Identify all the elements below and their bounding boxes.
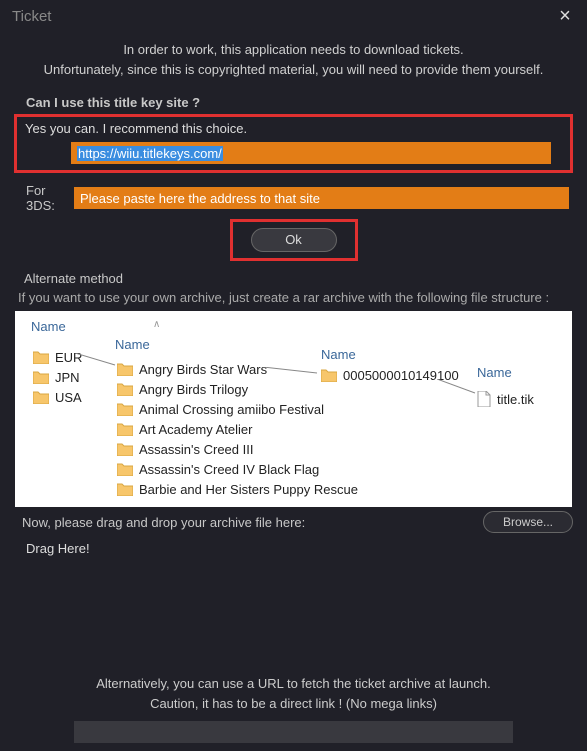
game-label: Angry Birds Trilogy [139, 382, 248, 397]
ok-highlight-box: Ok [230, 219, 358, 261]
region-item[interactable]: JPN [33, 367, 82, 387]
titlekey-highlight-box: Yes you can. I recommend this choice. ht… [14, 114, 573, 173]
alternate-desc: If you want to use your own archive, jus… [18, 290, 573, 305]
ticket-file-item[interactable]: title.tik [477, 389, 534, 409]
folder-icon [321, 368, 337, 382]
col-header-regions: Name [31, 319, 66, 334]
drag-drop-label: Now, please drag and drop your archive f… [14, 515, 483, 530]
for-3ds-input[interactable]: Please paste here the address to that si… [74, 187, 569, 209]
game-label: Assassin's Creed III [139, 442, 253, 457]
titlebar: Ticket × [0, 0, 587, 32]
intro-text: In order to work, this application needs… [14, 40, 573, 79]
for-3ds-label: For 3DS: [14, 183, 74, 213]
wiiu-url-text: https://wiiu.titlekeys.com/ [77, 146, 223, 161]
game-label: Art Academy Atelier [139, 422, 252, 437]
folder-icon [33, 390, 49, 404]
window-title: Ticket [12, 8, 51, 25]
ticket-file-list: title.tik [477, 389, 534, 409]
game-item[interactable]: Assassin's Creed III [117, 439, 358, 459]
folder-icon [117, 422, 133, 436]
spacer [14, 556, 573, 656]
intro-line2: Unfortunately, since this is copyrighted… [14, 60, 573, 80]
folder-icon [117, 362, 133, 376]
folder-icon [117, 482, 133, 496]
col-header-files: Name [477, 365, 512, 380]
for-3ds-placeholder: Please paste here the address to that si… [80, 191, 320, 206]
region-label: USA [55, 390, 82, 405]
file-structure-panel: Name ∧ Name Name Name EUR JPN USA Angry … [15, 311, 572, 507]
col-header-games: Name [115, 337, 150, 352]
connector-line [263, 367, 319, 377]
connector-line [437, 379, 479, 397]
wiiu-url-input[interactable]: https://wiiu.titlekeys.com/ [71, 142, 551, 164]
url-input[interactable] [74, 721, 513, 743]
drag-drop-row: Now, please drag and drop your archive f… [14, 511, 573, 533]
for-3ds-row: For 3DS: Please paste here the address t… [14, 183, 573, 213]
sort-indicator: ∧ [153, 319, 160, 330]
region-label: JPN [55, 370, 80, 385]
folder-icon [33, 370, 49, 384]
connector-line [75, 353, 119, 367]
game-item[interactable]: Assassin's Creed IV Black Flag [117, 459, 358, 479]
file-icon [477, 391, 491, 407]
game-label: Barbie and Her Sisters Puppy Rescue [139, 482, 358, 497]
game-item[interactable]: Barbie and Her Sisters Puppy Rescue [117, 479, 358, 499]
browse-button[interactable]: Browse... [483, 511, 573, 533]
url-note-line1: Alternatively, you can use a URL to fetc… [14, 674, 573, 694]
ok-button-wrap: Ok [14, 219, 573, 261]
ok-button[interactable]: Ok [251, 228, 337, 252]
url-fetch-note: Alternatively, you can use a URL to fetc… [14, 674, 573, 713]
intro-line1: In order to work, this application needs… [14, 40, 573, 60]
alternate-heading: Alternate method [24, 271, 573, 286]
folder-icon [117, 462, 133, 476]
folder-icon [117, 382, 133, 396]
content-area: In order to work, this application needs… [0, 32, 587, 751]
url-note-line2: Caution, it has to be a direct link ! (N… [14, 694, 573, 714]
folder-icon [117, 402, 133, 416]
titlekey-confirm: Yes you can. I recommend this choice. [25, 121, 564, 136]
game-label: Animal Crossing amiibo Festival [139, 402, 324, 417]
folder-icon [117, 442, 133, 456]
game-item[interactable]: Art Academy Atelier [117, 419, 358, 439]
ticket-file-label: title.tik [497, 392, 534, 407]
region-item[interactable]: USA [33, 387, 82, 407]
game-label: Assassin's Creed IV Black Flag [139, 462, 319, 477]
game-item[interactable]: Animal Crossing amiibo Festival [117, 399, 358, 419]
folder-icon [33, 350, 49, 364]
game-label: Angry Birds Star Wars [139, 362, 267, 377]
close-icon[interactable]: × [551, 5, 579, 28]
titlekey-question: Can I use this title key site ? [26, 95, 573, 110]
drag-here-zone[interactable]: Drag Here! [26, 541, 573, 556]
